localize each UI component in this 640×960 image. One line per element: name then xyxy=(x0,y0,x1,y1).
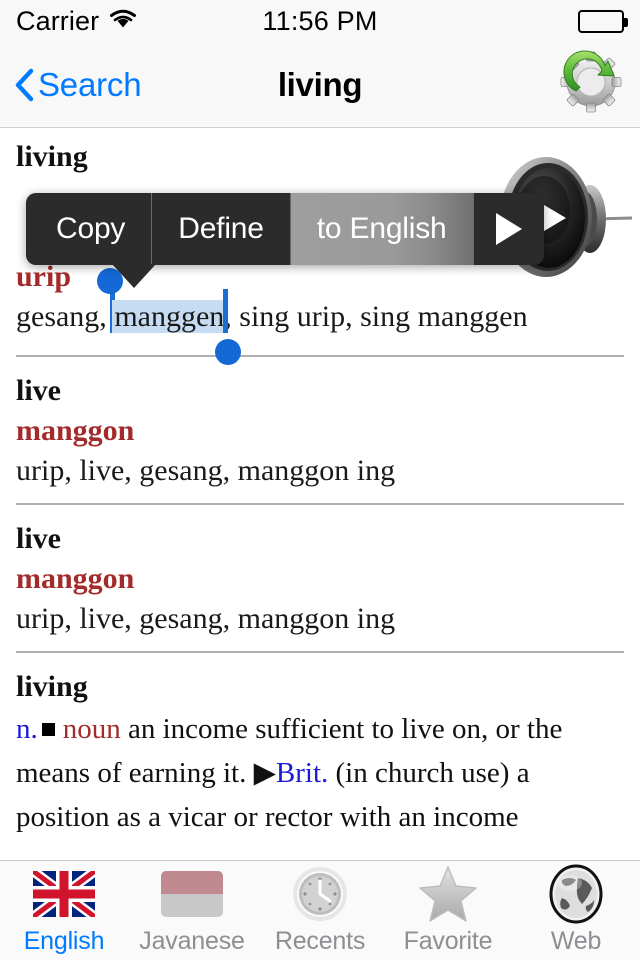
selected-text: manggen xyxy=(114,299,225,333)
tab-recents[interactable]: Recents xyxy=(256,861,384,960)
battery-full-icon xyxy=(578,9,628,33)
define-menu-item[interactable]: Define xyxy=(151,193,290,265)
gloss-text-before: gesang, xyxy=(16,299,115,333)
entry-separator xyxy=(16,355,624,358)
app-screen: Carrier 11:56 PM Search living living ur… xyxy=(0,0,640,960)
play-menu-button[interactable] xyxy=(472,193,544,265)
status-bar: Carrier 11:56 PM xyxy=(0,0,640,42)
status-bar-right xyxy=(578,9,628,33)
play-triangle-icon xyxy=(495,213,522,245)
text-selection[interactable]: manggen xyxy=(97,267,242,366)
dictionary-entry: live manggon urip, live, gesang, manggon… xyxy=(0,519,640,639)
back-button[interactable]: Search xyxy=(14,65,142,104)
wifi-icon xyxy=(108,6,138,37)
definition-entry: living n. noun an income sufficient to li… xyxy=(0,667,640,839)
back-button-label: Search xyxy=(38,65,142,103)
entry-separator xyxy=(16,651,624,654)
clock-icon xyxy=(292,865,348,923)
bullet-square-icon xyxy=(41,723,55,737)
tab-recents-label: Recents xyxy=(274,927,366,955)
menu-pointer-arrow xyxy=(112,264,156,288)
entry-translit: manggon xyxy=(16,561,135,595)
dictionary-entry: live manggon urip, live, gesang, manggon… xyxy=(0,371,640,491)
entry-headword: living xyxy=(16,140,88,173)
tab-web[interactable]: Web xyxy=(512,861,640,960)
chevron-left-icon xyxy=(14,68,34,102)
to-english-menu-item[interactable]: to English xyxy=(289,193,473,265)
entry-headword: live xyxy=(16,374,61,408)
part-of-speech-word: noun xyxy=(62,712,121,745)
triangle-marker-icon: ▶ xyxy=(253,757,276,790)
part-of-speech-abbr: n. xyxy=(16,712,38,745)
entry-gloss[interactable]: gesang, manggen, sing urip, sing manggen xyxy=(16,267,624,366)
tab-javanese-label: Javanese xyxy=(139,927,245,955)
definition-body: n. noun an income sufficient to live on, … xyxy=(16,707,624,839)
tab-favorite-label: Favorite xyxy=(403,927,493,955)
tab-favorite[interactable]: Favorite xyxy=(384,861,512,960)
tab-web-label: Web xyxy=(550,927,602,955)
entry-separator xyxy=(16,503,624,506)
text-selection-menu[interactable]: Copy Define to English xyxy=(26,193,544,265)
tab-javanese[interactable]: Javanese xyxy=(128,861,256,960)
copy-menu-item[interactable]: Copy xyxy=(26,193,152,265)
selection-caret-right xyxy=(223,288,229,333)
entry-translit: manggon xyxy=(16,413,135,447)
carrier-label: Carrier xyxy=(16,5,100,36)
entry-headword: live xyxy=(16,522,61,556)
selection-handle-end[interactable] xyxy=(215,339,242,366)
gear-refresh-icon[interactable] xyxy=(558,49,624,120)
navigation-bar: Search living xyxy=(0,42,640,128)
globe-icon xyxy=(548,864,604,924)
tab-english[interactable]: English xyxy=(0,861,128,960)
entry-gloss: urip, live, gesang, manggon ing xyxy=(16,453,396,487)
tab-bar: English Javanese Recents Favorite Web xyxy=(0,860,640,960)
tab-english-label: English xyxy=(23,927,105,955)
region-label: Brit. xyxy=(275,757,329,790)
uk-flag-icon xyxy=(33,865,95,923)
gloss-text-after: , sing urip, sing manggen xyxy=(224,299,528,333)
indonesia-flag-icon xyxy=(161,865,223,923)
definition-headword: living xyxy=(16,670,88,704)
star-icon xyxy=(418,865,478,923)
status-bar-left: Carrier xyxy=(16,6,138,37)
entry-gloss: urip, live, gesang, manggon ing xyxy=(16,601,396,635)
